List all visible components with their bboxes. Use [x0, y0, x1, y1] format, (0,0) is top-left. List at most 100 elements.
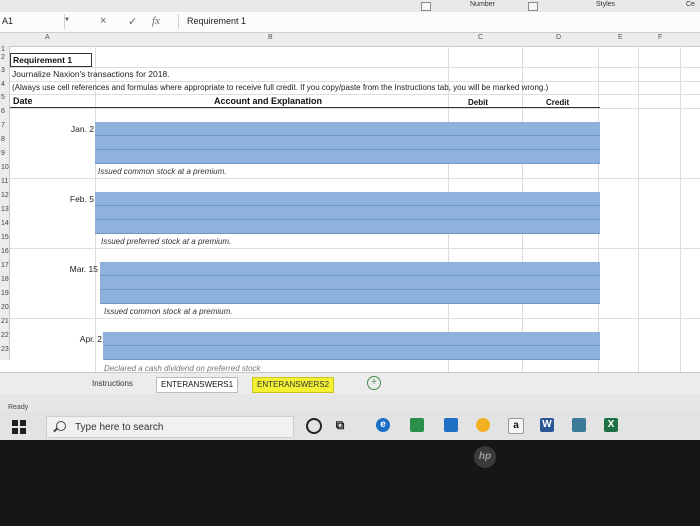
column-header-b[interactable]: B	[268, 34, 273, 41]
entry-input-row[interactable]	[103, 346, 600, 360]
sheet-tab-bar: Instructions ENTERANSWERS1 ENTERANSWERS2…	[0, 372, 700, 395]
row-header[interactable]: 2	[0, 54, 10, 67]
column-divider	[680, 46, 681, 378]
tab-enteranswers2[interactable]: ENTERANSWERS2	[252, 377, 335, 393]
column-header-c[interactable]: C	[478, 34, 483, 41]
entry-input-row[interactable]	[100, 262, 600, 276]
row-header[interactable]: 9	[0, 150, 10, 164]
entry-input-row[interactable]	[95, 206, 600, 220]
store-icon[interactable]	[444, 418, 458, 432]
row-header[interactable]: 4	[0, 81, 10, 94]
entry-input-row[interactable]	[95, 220, 600, 234]
dialog-launcher-icon[interactable]	[421, 2, 431, 11]
entry-date[interactable]: Mar. 15	[40, 264, 98, 274]
row-header[interactable]: 10	[0, 164, 10, 178]
entry-date[interactable]: Jan. 2	[40, 124, 94, 134]
entry-explanation[interactable]: Issued common stock at a premium.	[104, 307, 233, 316]
cells-group-label: Ce	[686, 1, 695, 8]
debit-header[interactable]: Debit	[468, 98, 488, 107]
requirement-title[interactable]: Requirement 1	[13, 55, 72, 65]
entry-date[interactable]: Apr. 2	[40, 334, 102, 344]
hp-logo: hp	[474, 446, 496, 468]
taskbar-search-box[interactable]: Type here to search	[46, 416, 294, 438]
row-header[interactable]: 5	[0, 94, 10, 108]
header-underline	[10, 107, 600, 108]
row-header[interactable]: 3	[0, 67, 10, 81]
word-icon[interactable]: W	[540, 418, 554, 432]
enter-icon[interactable]: ✓	[128, 15, 137, 28]
row-header[interactable]: 14	[0, 220, 10, 234]
cancel-icon[interactable]: ×	[100, 15, 106, 27]
dialog-launcher-icon[interactable]	[528, 2, 538, 11]
amazon-icon[interactable]: a	[508, 418, 524, 434]
row-header[interactable]: 11	[0, 178, 10, 192]
insert-function-icon[interactable]: fx	[152, 15, 160, 27]
entry-input-row[interactable]	[103, 332, 600, 346]
entry-input-row[interactable]	[95, 136, 600, 150]
row-header[interactable]: 20	[0, 304, 10, 318]
row-header[interactable]: 17	[0, 262, 10, 276]
row-divider	[10, 178, 700, 179]
column-headers: A B C D E F	[0, 33, 700, 47]
laptop-screen: Number Styles Ce A1 ▼ × ✓ fx Requirement…	[0, 0, 700, 526]
name-box-dropdown-icon[interactable]: ▼	[64, 17, 70, 23]
entry-input-row[interactable]	[95, 150, 600, 164]
tab-enteranswers1[interactable]: ENTERANSWERS1	[156, 377, 239, 393]
instruction-note[interactable]: (Always use cell references and formulas…	[12, 83, 548, 92]
laptop-bezel	[0, 440, 700, 526]
entry-input-row[interactable]	[95, 192, 600, 206]
formula-bar: A1 ▼ × ✓ fx Requirement 1	[0, 12, 700, 33]
row-header[interactable]: 1	[0, 46, 10, 54]
tab-instructions[interactable]: Instructions	[88, 377, 137, 391]
entry-input-row[interactable]	[95, 122, 600, 136]
row-header[interactable]: 21	[0, 318, 10, 332]
search-icon	[56, 421, 66, 431]
add-sheet-icon[interactable]: +	[367, 376, 381, 390]
row-divider	[10, 248, 700, 249]
row-header[interactable]: 16	[0, 248, 10, 262]
row-header[interactable]: 8	[0, 136, 10, 150]
row-header[interactable]: 18	[0, 276, 10, 290]
photos-icon[interactable]	[410, 418, 424, 432]
row-header[interactable]: 19	[0, 290, 10, 304]
entry-explanation[interactable]: Issued preferred stock at a premium.	[101, 237, 231, 246]
row-header[interactable]: 12	[0, 192, 10, 206]
account-header[interactable]: Account and Explanation	[214, 96, 322, 106]
row-divider	[10, 67, 700, 68]
entry-date[interactable]: Feb. 5	[40, 194, 94, 204]
date-header[interactable]: Date	[13, 96, 33, 106]
entry-explanation[interactable]: Issued common stock at a premium.	[98, 167, 227, 176]
row-divider	[10, 94, 700, 95]
row-header[interactable]: 6	[0, 108, 10, 122]
excel-icon[interactable]: X	[604, 418, 618, 432]
cortana-icon[interactable]	[306, 418, 322, 434]
worksheet-grid[interactable]: A B C D E F 1 2 3 4 5 6 7 8 9 10 11 12 1…	[0, 33, 700, 378]
column-header-a[interactable]: A	[45, 34, 50, 41]
row-divider	[10, 108, 700, 109]
windows-start-icon[interactable]	[12, 420, 26, 434]
number-group-label: Number	[470, 1, 495, 8]
row-divider	[10, 318, 700, 319]
column-header-d[interactable]: D	[556, 34, 561, 41]
row-header[interactable]: 22	[0, 332, 10, 346]
chrome-icon[interactable]	[476, 418, 490, 432]
column-header-e[interactable]: E	[618, 34, 623, 41]
column-divider	[638, 46, 639, 378]
entry-input-row[interactable]	[100, 290, 600, 304]
instruction-text[interactable]: Journalize Naxion's transactions for 201…	[12, 69, 170, 79]
entry-input-row[interactable]	[100, 276, 600, 290]
formula-input[interactable]: Requirement 1	[178, 14, 700, 29]
edge-icon[interactable]: e	[376, 418, 390, 432]
search-placeholder: Type here to search	[75, 422, 164, 433]
calculator-icon[interactable]	[572, 418, 586, 432]
task-view-icon[interactable]: ⧉	[333, 418, 347, 432]
name-box[interactable]: A1	[0, 14, 65, 29]
row-header[interactable]: 23	[0, 346, 10, 360]
credit-header[interactable]: Credit	[546, 98, 569, 107]
row-header[interactable]: 7	[0, 122, 10, 136]
row-header[interactable]: 13	[0, 206, 10, 220]
column-header-f[interactable]: F	[658, 34, 662, 41]
row-header[interactable]: 15	[0, 234, 10, 248]
row-divider	[10, 81, 700, 82]
windows-taskbar: Type here to search ⧉ e a W X	[0, 412, 700, 440]
